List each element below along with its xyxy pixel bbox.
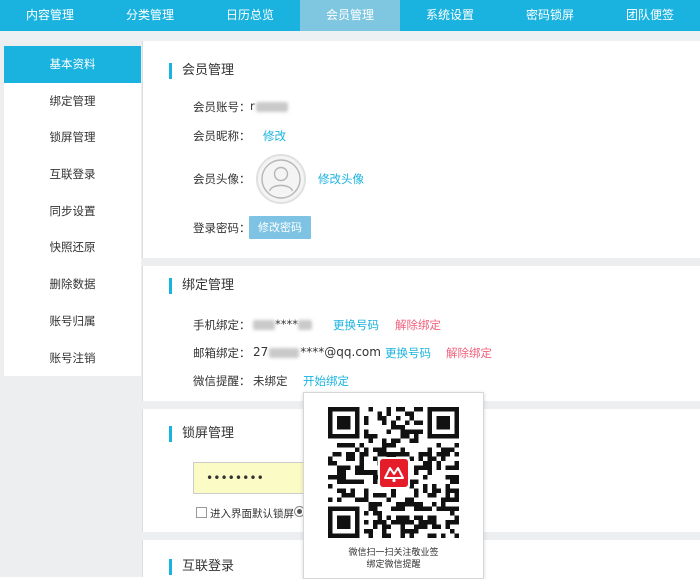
email-suffix: ****@qq.com xyxy=(300,345,381,359)
sidebar-item-account-cancel[interactable]: 账号注销 xyxy=(4,340,141,377)
sidebar-item-binding[interactable]: 绑定管理 xyxy=(4,83,141,120)
sidebar-item-delete-data[interactable]: 删除数据 xyxy=(4,266,141,303)
change-password-button[interactable]: 修改密码 xyxy=(249,216,311,239)
email-change-link[interactable]: 更换号码 xyxy=(385,345,431,361)
tab-category[interactable]: 分类管理 xyxy=(100,0,200,31)
top-nav: 内容管理 分类管理 日历总览 会员管理 系统设置 密码锁屏 团队便签 xyxy=(0,0,700,31)
tab-lockscreen[interactable]: 密码锁屏 xyxy=(500,0,600,31)
account-value: r xyxy=(250,99,288,113)
member-section-title: 会员管理 xyxy=(169,63,234,79)
email-unbind-link[interactable]: 解除绑定 xyxy=(446,345,492,361)
sidebar: 基本资料 绑定管理 锁屏管理 互联登录 同步设置 快照还原 删除数据 账号归属 … xyxy=(4,46,141,376)
account-prefix: r xyxy=(250,99,255,113)
phone-unbind-link[interactable]: 解除绑定 xyxy=(395,317,441,333)
email-label: 邮箱绑定： xyxy=(193,346,251,360)
app-logo-icon xyxy=(377,456,410,489)
lock-section-title: 锁屏管理 xyxy=(169,426,234,442)
sidebar-item-basic-info[interactable]: 基本资料 xyxy=(4,46,141,83)
default-lock-checkbox[interactable] xyxy=(196,507,207,518)
phone-mask: **** xyxy=(275,317,298,331)
sidebar-item-connect-login[interactable]: 互联登录 xyxy=(4,156,141,193)
phone-masked-end xyxy=(298,319,312,330)
binding-section-title: 绑定管理 xyxy=(169,278,234,294)
tab-calendar[interactable]: 日历总览 xyxy=(200,0,300,31)
phone-change-link[interactable]: 更换号码 xyxy=(333,317,379,333)
account-label: 会员账号： xyxy=(193,100,251,114)
wechat-bind-link[interactable]: 开始绑定 xyxy=(303,373,349,389)
connect-section-title: 互联登录 xyxy=(169,559,234,575)
avatar-label: 会员头像： xyxy=(193,172,251,186)
nickname-edit-link[interactable]: 修改 xyxy=(263,128,286,144)
nav-strip xyxy=(0,31,700,41)
avatar-edit-link[interactable]: 修改头像 xyxy=(318,171,364,187)
tab-team-notes[interactable]: 团队便签 xyxy=(600,0,700,31)
sidebar-item-lock[interactable]: 锁屏管理 xyxy=(4,119,141,156)
email-masked xyxy=(269,347,300,358)
user-icon xyxy=(261,159,301,199)
tab-member[interactable]: 会员管理 xyxy=(300,0,400,31)
section-divider xyxy=(142,258,700,266)
phone-label: 手机绑定： xyxy=(193,318,251,332)
lock-password-input[interactable]: •••••••• xyxy=(193,462,308,494)
avatar[interactable] xyxy=(256,154,306,204)
wechat-qr-popup: 微信扫一扫关注敬业签 绑定微信提醒 xyxy=(303,392,484,579)
account-masked xyxy=(255,101,288,112)
email-prefix: 27 xyxy=(253,345,269,359)
sidebar-item-snapshot[interactable]: 快照还原 xyxy=(4,229,141,266)
qr-caption-line1: 微信扫一扫关注敬业签 xyxy=(348,548,439,558)
email-value: 27 ****@qq.com xyxy=(253,345,381,359)
password-label: 登录密码： xyxy=(193,221,251,235)
default-lock-label: 进入界面默认锁屏 xyxy=(210,508,294,520)
wechat-label: 微信提醒： xyxy=(193,374,251,388)
phone-value: **** xyxy=(253,317,312,331)
sidebar-item-sync[interactable]: 同步设置 xyxy=(4,193,141,230)
tab-content[interactable]: 内容管理 xyxy=(0,0,100,31)
wechat-status: 未绑定 xyxy=(253,374,288,388)
phone-masked-start xyxy=(253,319,275,330)
nickname-label: 会员昵称： xyxy=(193,129,251,143)
tab-settings[interactable]: 系统设置 xyxy=(400,0,500,31)
sidebar-item-account-owner[interactable]: 账号归属 xyxy=(4,303,141,340)
qr-caption-line2: 绑定微信提醒 xyxy=(366,560,421,570)
